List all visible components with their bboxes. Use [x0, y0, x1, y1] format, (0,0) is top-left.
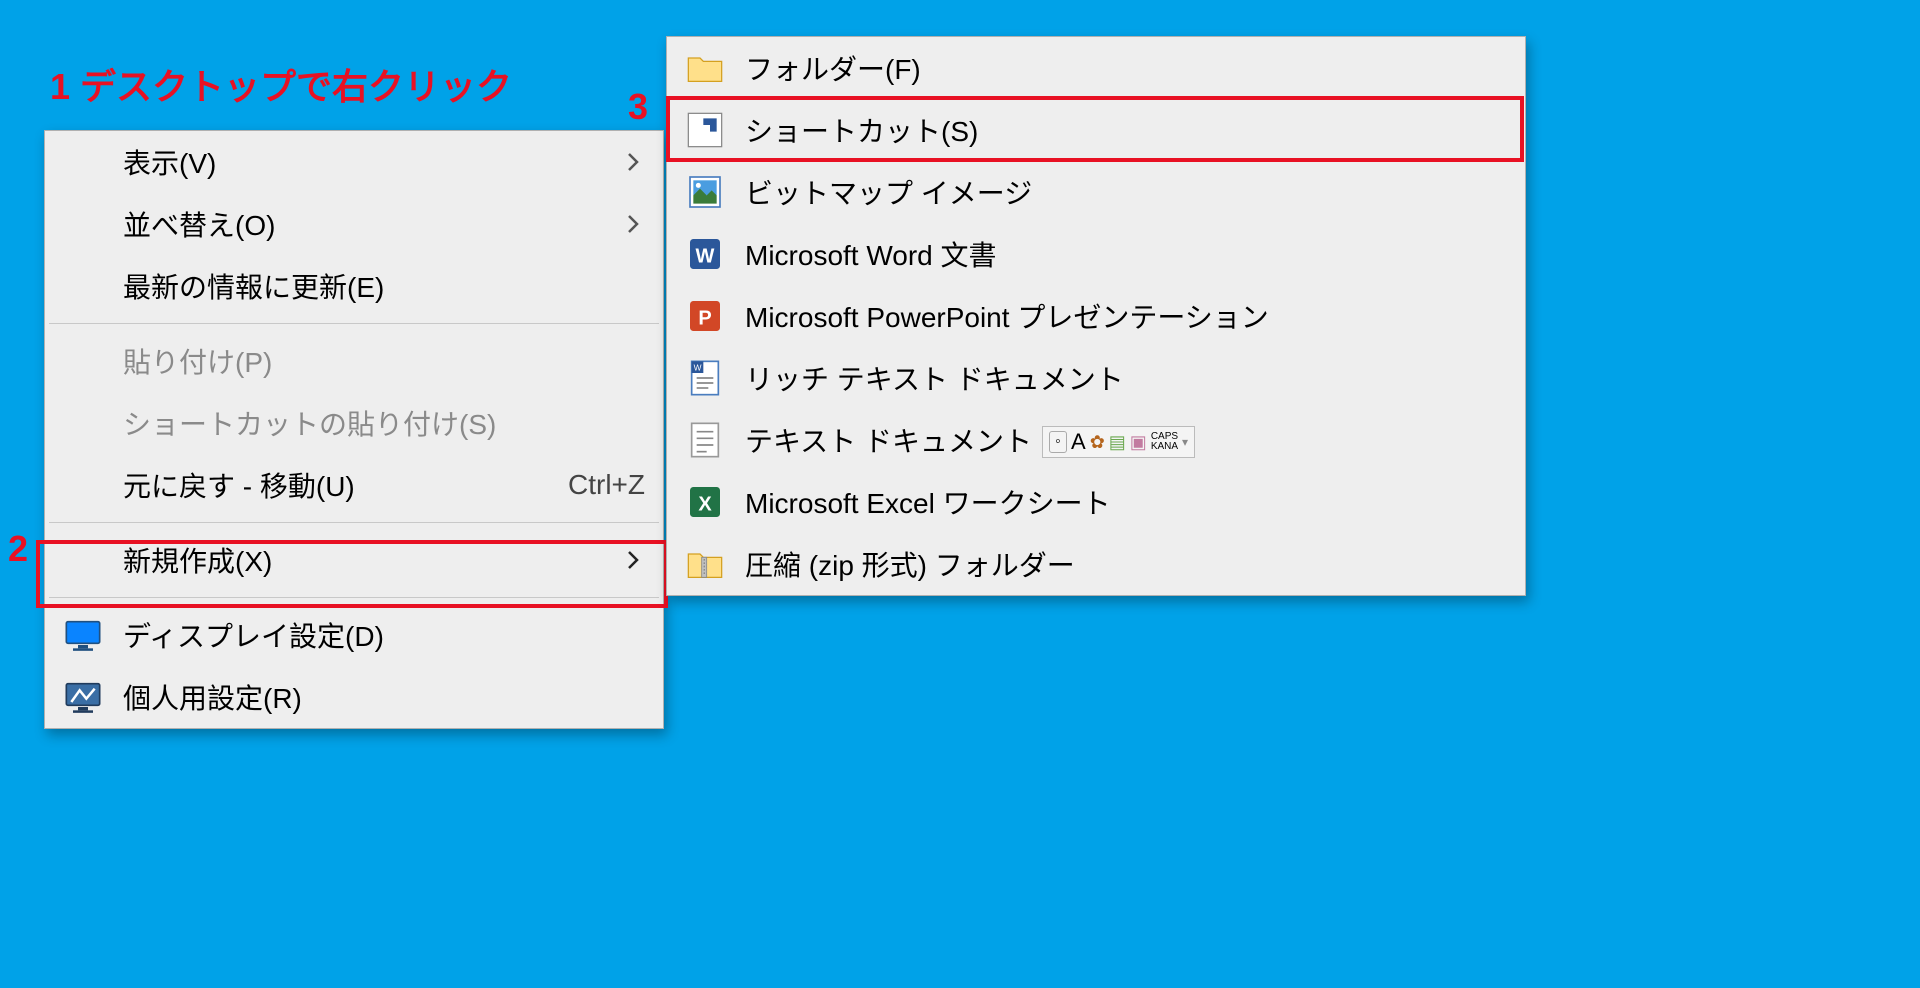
folder-icon [685, 48, 745, 88]
menu-label: ショートカットの貼り付け(S) [123, 403, 645, 443]
menu-label: 個人用設定(R) [123, 677, 645, 717]
excel-icon: X [685, 482, 745, 522]
shortcut-label: Ctrl+Z [568, 469, 645, 501]
shortcut-icon [685, 110, 745, 150]
menu-label: フォルダー(F) [745, 48, 1507, 88]
menu-label: ビットマップ イメージ [745, 172, 1507, 212]
menu-item-undo[interactable]: 元に戻す - 移動(U) Ctrl+Z [45, 454, 663, 516]
new-submenu: フォルダー(F) ショートカット(S) ビットマップ イメージ W Micros… [666, 36, 1526, 596]
menu-item-paste: 貼り付け(P) [45, 330, 663, 392]
ime-pin-icon[interactable]: ◦ [1049, 431, 1067, 453]
menu-label: 貼り付け(P) [123, 341, 645, 381]
submenu-item-rtf[interactable]: W リッチ テキスト ドキュメント [667, 347, 1525, 409]
menu-item-new[interactable]: 新規作成(X) [45, 529, 663, 591]
submenu-item-word[interactable]: W Microsoft Word 文書 [667, 223, 1525, 285]
menu-separator [49, 522, 659, 523]
svg-text:X: X [698, 493, 712, 515]
ime-mode-a[interactable]: A [1071, 429, 1086, 455]
chevron-right-icon [621, 212, 645, 236]
ime-pad-icon[interactable]: ▤ [1109, 432, 1126, 453]
svg-text:W: W [696, 245, 715, 267]
menu-separator [49, 323, 659, 324]
annotation-step3: 3 [628, 86, 648, 128]
bitmap-icon [685, 172, 745, 212]
zip-icon [685, 544, 745, 584]
ime-caps-kana[interactable]: CAPS KANA [1151, 432, 1178, 452]
menu-item-display-settings[interactable]: ディスプレイ設定(D) [45, 604, 663, 666]
menu-label: 元に戻す - 移動(U) [123, 465, 528, 505]
submenu-item-shortcut[interactable]: ショートカット(S) [667, 99, 1525, 161]
ime-tool-icon[interactable]: ✿ [1090, 432, 1105, 453]
submenu-item-excel[interactable]: X Microsoft Excel ワークシート [667, 471, 1525, 533]
menu-label: ディスプレイ設定(D) [123, 615, 645, 655]
submenu-item-bitmap[interactable]: ビットマップ イメージ [667, 161, 1525, 223]
ime-dropdown-icon[interactable]: ▾ [1182, 435, 1188, 449]
menu-item-sort[interactable]: 並べ替え(O) [45, 193, 663, 255]
svg-text:W: W [694, 363, 702, 373]
chevron-right-icon [621, 548, 645, 572]
menu-label: 新規作成(X) [123, 540, 581, 580]
menu-label: Microsoft PowerPoint プレゼンテーション [745, 296, 1507, 336]
menu-label: 表示(V) [123, 142, 581, 182]
menu-item-view[interactable]: 表示(V) [45, 131, 663, 193]
text-icon [685, 420, 745, 460]
chevron-right-icon [621, 150, 645, 174]
menu-label: Microsoft Word 文書 [745, 234, 1507, 274]
submenu-item-folder[interactable]: フォルダー(F) [667, 37, 1525, 99]
menu-label: ショートカット(S) [745, 110, 1507, 150]
menu-item-refresh[interactable]: 最新の情報に更新(E) [45, 255, 663, 317]
menu-label: 圧縮 (zip 形式) フォルダー [745, 544, 1507, 584]
rtf-icon: W [685, 358, 745, 398]
submenu-item-powerpoint[interactable]: P Microsoft PowerPoint プレゼンテーション [667, 285, 1525, 347]
annotation-step1: 1 デスクトップで右クリック [50, 58, 512, 110]
ime-dict-icon[interactable]: ▣ [1130, 432, 1147, 453]
personalize-icon [63, 677, 123, 717]
svg-text:P: P [698, 307, 711, 329]
submenu-item-zip[interactable]: 圧縮 (zip 形式) フォルダー [667, 533, 1525, 595]
desktop-context-menu: 表示(V) 並べ替え(O) 最新の情報に更新(E) 貼り付け(P) ショートカッ… [44, 130, 664, 729]
ime-toolbar[interactable]: ◦ A ✿ ▤ ▣ CAPS KANA ▾ [1042, 426, 1195, 458]
powerpoint-icon: P [685, 296, 745, 336]
annotation-step2: 2 [8, 528, 28, 570]
menu-item-paste-shortcut: ショートカットの貼り付け(S) [45, 392, 663, 454]
word-icon: W [685, 234, 745, 274]
menu-label: Microsoft Excel ワークシート [745, 482, 1507, 522]
menu-separator [49, 597, 659, 598]
menu-label: リッチ テキスト ドキュメント [745, 358, 1507, 398]
display-icon [63, 615, 123, 655]
menu-label: 並べ替え(O) [123, 204, 581, 244]
menu-item-personalize[interactable]: 個人用設定(R) [45, 666, 663, 728]
menu-label: 最新の情報に更新(E) [123, 266, 645, 306]
